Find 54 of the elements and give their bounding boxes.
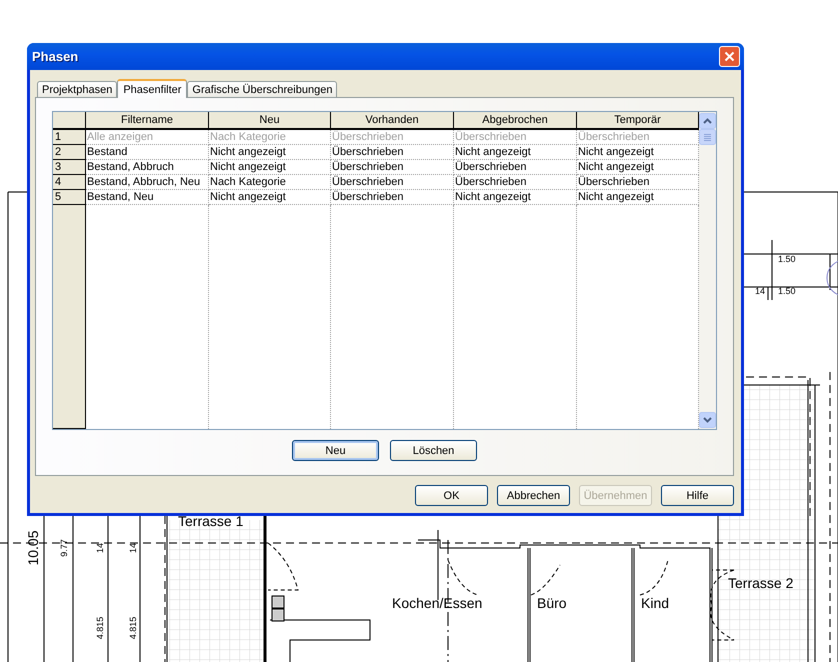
dimension-label: 10.05 <box>25 530 41 566</box>
close-button[interactable] <box>719 46 740 67</box>
dimension-label: 14 <box>128 543 138 553</box>
table-cell[interactable]: Nicht angezeigt <box>209 145 331 160</box>
row-number[interactable]: 3 <box>53 160 86 175</box>
header-corner <box>53 112 86 130</box>
row-number[interactable]: 5 <box>53 190 86 205</box>
tab[interactable]: Projektphasen <box>37 81 118 97</box>
column-header[interactable]: Filtername <box>86 112 209 130</box>
table-cell[interactable]: Überschrieben <box>454 160 577 175</box>
table-cell[interactable]: Nicht angezeigt <box>454 145 577 160</box>
row-number[interactable]: 4 <box>53 175 86 190</box>
dimension-label: 4.815 <box>128 616 138 640</box>
table-cell[interactable]: Überschrieben <box>331 145 454 160</box>
dimension-label: 9.77 <box>59 539 69 557</box>
room-label: Terrasse 2 <box>728 575 794 591</box>
delete-button[interactable]: Löschen <box>390 440 477 461</box>
table-cell[interactable]: Nicht angezeigt <box>454 190 577 205</box>
table-cell[interactable]: Bestand, Abbruch <box>86 160 209 175</box>
room-label: Kind <box>641 595 670 611</box>
column-header[interactable]: Neu <box>209 112 331 130</box>
scroll-down-icon[interactable] <box>699 412 716 428</box>
table-cell[interactable]: Überschrieben <box>454 175 577 190</box>
window-title: Phasen <box>32 49 78 64</box>
dimension-label: 4.815 <box>95 616 105 640</box>
help-button[interactable]: Hilfe <box>661 485 734 506</box>
table-cell[interactable]: Überschrieben <box>331 190 454 205</box>
tab[interactable]: Grafische Überschreibungen <box>187 81 338 97</box>
dimension-label: 14 <box>755 286 766 296</box>
tab[interactable]: Phasenfilter <box>117 79 188 98</box>
table-cell[interactable]: Bestand <box>86 145 209 160</box>
dimension-label: 14 <box>95 543 105 553</box>
table-cell[interactable]: Nach Kategorie <box>209 175 331 190</box>
dimension-label: 1.50 <box>778 286 796 296</box>
room-label: Kochen/Essen <box>392 595 482 611</box>
close-icon <box>724 51 735 62</box>
ok-button[interactable]: OK <box>415 485 488 506</box>
column-header[interactable]: Temporär <box>577 112 699 130</box>
room-label: Büro <box>537 595 567 611</box>
room-label: Terrasse 1 <box>178 513 244 529</box>
scroll-thumb[interactable] <box>699 129 716 145</box>
table-cell[interactable]: Nicht angezeigt <box>209 190 331 205</box>
column-header[interactable]: Vorhanden <box>331 112 454 130</box>
table-cell[interactable]: Bestand, Neu <box>86 190 209 205</box>
table-cell[interactable]: Überschrieben <box>331 175 454 190</box>
column-header[interactable]: Abgebrochen <box>454 112 577 130</box>
table-cell[interactable]: Überschrieben <box>331 160 454 175</box>
table-cell[interactable]: Bestand, Abbruch, Neu <box>86 175 209 190</box>
new-button[interactable]: Neu <box>292 440 379 461</box>
cancel-button[interactable]: Abbrechen <box>497 485 570 506</box>
table-cell[interactable]: Nicht angezeigt <box>209 160 331 175</box>
scroll-up-icon[interactable] <box>699 113 716 129</box>
dimension-label: 1.50 <box>778 254 796 264</box>
row-number[interactable]: 2 <box>53 145 86 160</box>
